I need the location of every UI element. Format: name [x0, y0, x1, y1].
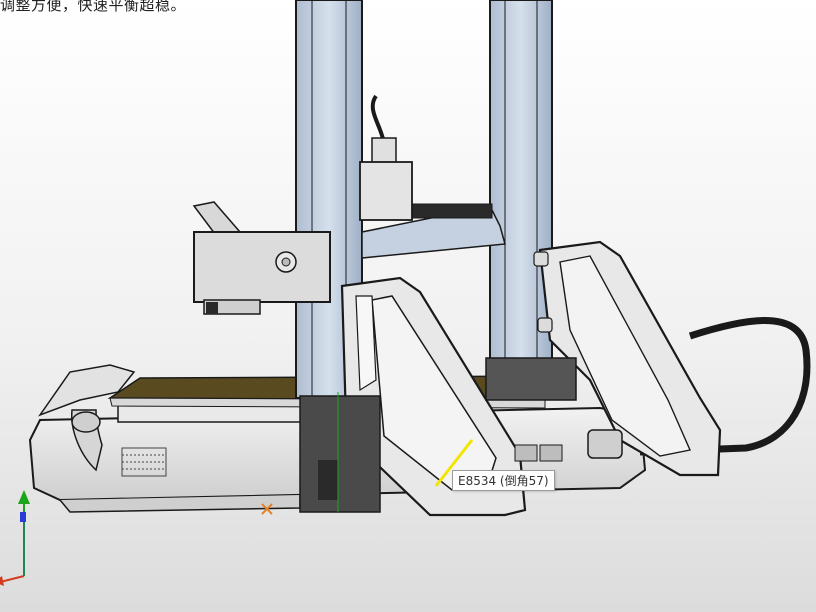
cad-3d-viewport[interactable]: 调整方便，快速平衡超稳。 E8534 (倒角57): [0, 0, 816, 612]
xyz-axis-triad-icon: [0, 490, 30, 586]
edge-tooltip: E8534 (倒角57): [452, 470, 555, 491]
printer-model[interactable]: [0, 0, 816, 612]
rear-right-rail[interactable]: [489, 0, 553, 373]
z-motor[interactable]: [359, 94, 413, 221]
